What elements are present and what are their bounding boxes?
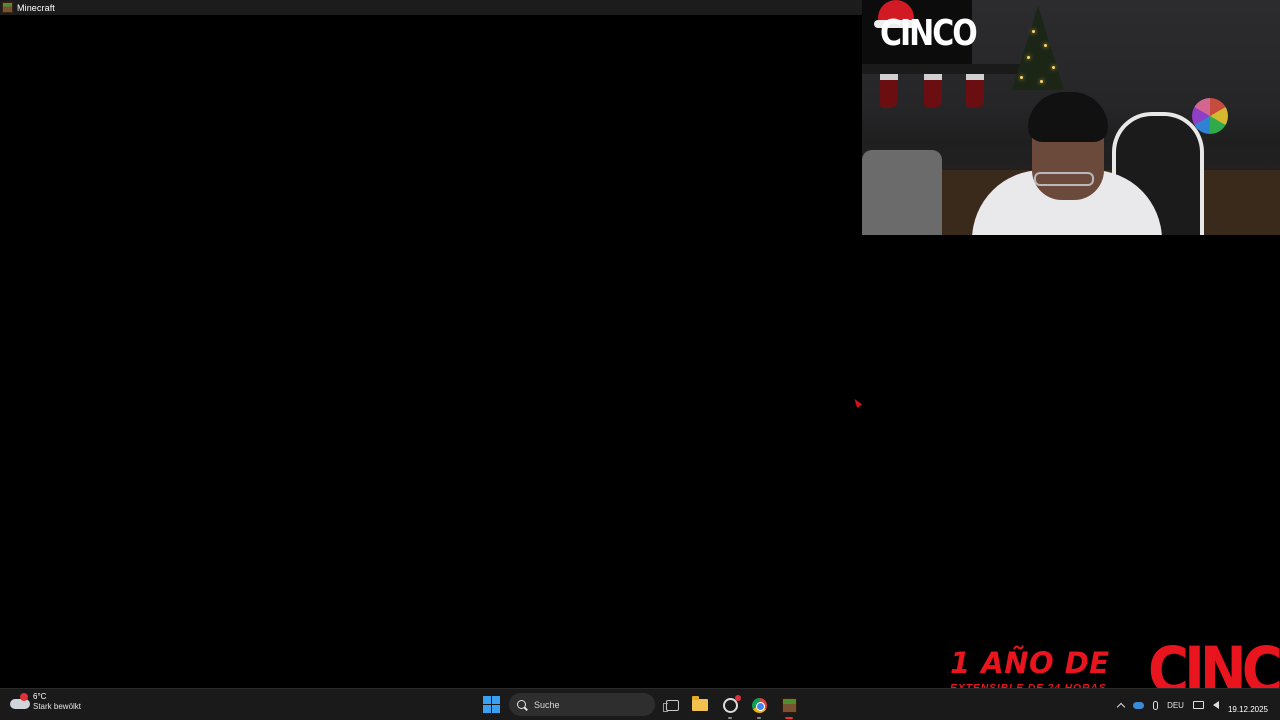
couch [862,150,942,235]
onedrive-icon [1133,701,1145,709]
webcam-logo: CINCO [880,12,978,55]
minecraft-icon [2,2,13,13]
chrome-icon [751,697,767,713]
taskbar: 6°C Stark bewölkt Suche DEU 19.12.2025 [0,688,1280,720]
weather-widget[interactable]: 6°C Stark bewölkt [10,692,81,712]
clock-time [1266,695,1268,705]
windows-logo-icon [483,696,491,704]
streamer-hair [1028,92,1108,142]
desktop-screen: Minecraft CINCO 1 AÑO DE EXTENSIBLE DE [0,0,1280,720]
stocking-decoration [966,74,984,108]
tree-light [1044,44,1047,47]
clock-date: 19.12.2025 [1227,705,1268,714]
microphone-icon [1153,700,1159,710]
minecraft-icon [781,697,797,713]
minecraft-taskbar-button[interactable] [778,694,800,719]
stocking-decoration [924,74,942,108]
obs-button[interactable] [719,694,741,719]
onedrive-tray[interactable] [1133,701,1145,709]
cloudy-weather-icon [10,693,30,710]
event-title: 1 AÑO DE [950,646,1110,680]
weather-condition: Stark bewölkt [33,702,82,711]
display-icon [1192,701,1204,709]
tree-light [1020,76,1023,79]
folder-icon [692,696,708,711]
tree-light [1027,56,1030,59]
webcam-logo-screen: CINCO [862,0,978,64]
stocking-decoration [880,74,898,108]
search-icon [517,700,526,709]
taskbar-search[interactable] [509,693,655,716]
chrome-button[interactable] [748,694,770,719]
task-view-icon [662,699,679,712]
tree-light [1032,30,1035,33]
microphone-tray[interactable] [1153,700,1159,710]
shelf [862,64,1032,74]
weather-temperature: 6°C [33,692,47,701]
file-explorer-button[interactable] [689,694,711,716]
speaker-icon [1212,701,1219,709]
mouse-cursor-icon [851,397,863,408]
system-tray: DEU 19.12.2025 [1116,689,1280,720]
tree-light [1040,80,1043,83]
start-button[interactable] [483,696,500,713]
prize-wheel [1192,98,1228,134]
glasses-icon [1034,172,1094,186]
obs-icon [722,694,741,713]
search-input[interactable] [534,699,644,710]
clock[interactable]: 19.12.2025 [1228,695,1268,715]
chevron-up-icon [1116,702,1126,711]
task-view-button[interactable] [661,694,683,716]
show-hidden-icons-button[interactable] [1116,701,1126,711]
window-titlebar[interactable]: Minecraft [0,0,862,15]
volume-tray[interactable] [1212,701,1219,709]
display-tray[interactable] [1192,701,1204,709]
language-indicator[interactable]: DEU [1167,701,1184,710]
tree-light [1052,66,1055,69]
window-title: Minecraft [17,2,55,13]
webcam-overlay: CINCO [862,0,1280,235]
